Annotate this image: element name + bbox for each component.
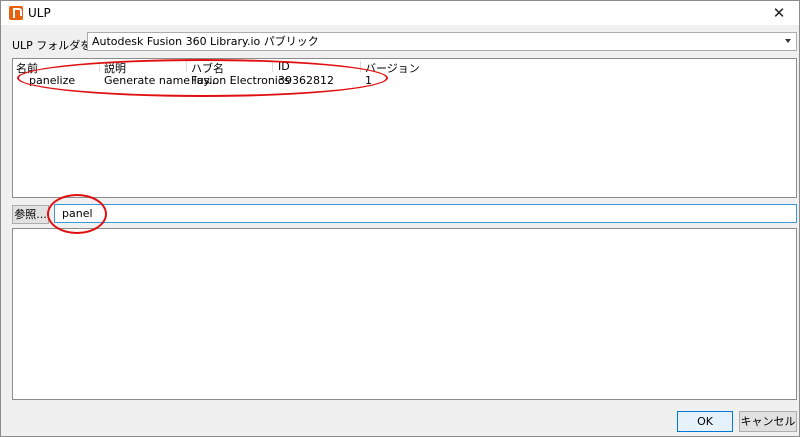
description-pane xyxy=(12,228,797,400)
column-separator[interactable] xyxy=(99,61,100,72)
ulp-list-table[interactable]: 名前 説明 ハブ名 ID バージョン panelize Generate nam… xyxy=(12,58,797,198)
folder-selected-value: Autodesk Fusion 360 Library.io パブリック xyxy=(92,35,319,48)
dropdown-arrow-icon[interactable] xyxy=(785,39,791,43)
ok-button[interactable]: OK xyxy=(677,411,733,432)
column-separator[interactable] xyxy=(360,61,361,72)
ulp-dialog: ULP ✕ ULP フォルダを選択: Autodesk Fusion 360 L… xyxy=(0,0,800,437)
cell-version: 1 xyxy=(365,74,372,87)
column-separator[interactable] xyxy=(186,61,187,72)
table-header: 名前 説明 ハブ名 ID バージョン xyxy=(13,59,796,75)
close-button[interactable]: ✕ xyxy=(759,1,799,25)
column-separator[interactable] xyxy=(272,61,273,72)
cancel-button[interactable]: キャンセル xyxy=(739,411,797,432)
cell-name: panelize xyxy=(29,74,76,87)
fusion-app-icon xyxy=(9,6,23,20)
table-row[interactable]: panelize Generate name lay... Fusion Ele… xyxy=(13,74,796,89)
browse-button[interactable]: 参照... xyxy=(12,205,49,224)
filter-input[interactable] xyxy=(54,204,797,223)
title-bar: ULP ✕ xyxy=(1,1,799,25)
window-title: ULP xyxy=(28,6,51,20)
folder-select-dropdown[interactable]: Autodesk Fusion 360 Library.io パブリック xyxy=(87,32,797,51)
cell-hub: Fusion Electronics xyxy=(191,74,290,87)
cell-id: 39362812 xyxy=(278,74,334,87)
column-header-id[interactable]: ID xyxy=(278,60,290,73)
